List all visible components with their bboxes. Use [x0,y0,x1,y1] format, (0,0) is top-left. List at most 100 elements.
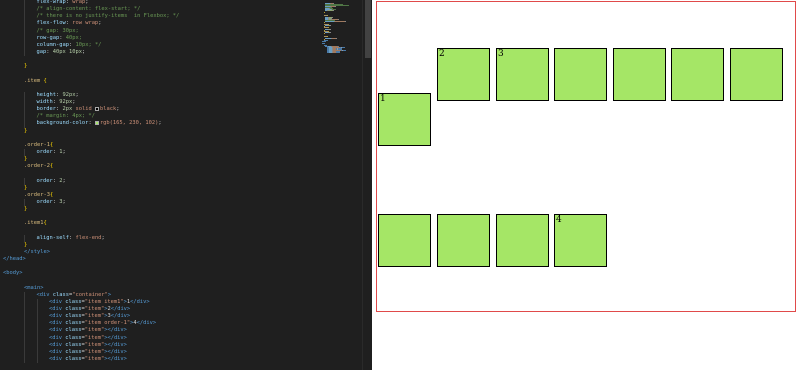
minimap-line [329,32,331,34]
code-token: "container" [72,291,108,298]
code-token: ></div> [104,348,127,355]
code-line[interactable]: } [0,63,318,70]
code-line[interactable] [0,228,318,235]
vertical-scrollbar[interactable] [362,0,372,370]
code-token: <div [49,341,66,348]
code-token: <div [49,327,66,334]
code-line[interactable]: <body> [0,270,318,277]
code-line[interactable] [0,56,318,63]
code-line[interactable]: background-color: rgb(165, 230, 102); [0,120,318,128]
color-swatch-icon[interactable] [94,120,99,125]
code-token: <div [49,356,66,363]
code-token: class [65,298,82,305]
code-token: { [49,141,54,148]
minimap-line [335,6,337,8]
code-line[interactable]: flex-flow: row wrap; [0,20,318,28]
scrollbar-thumb[interactable] [365,0,371,58]
code-token: <div [49,306,66,313]
code-line[interactable]: <div class="item">3</div> [0,313,318,321]
code-line[interactable]: } [0,185,318,192]
code-line[interactable] [0,277,318,284]
code-line[interactable]: .item { [0,78,318,85]
color-swatch-icon[interactable] [94,106,99,111]
code-line[interactable]: } [0,206,318,213]
code-line[interactable]: <div class="item">2</div> [0,306,318,314]
code-line[interactable]: /* align-content: flex-start; */ [0,6,318,14]
code-token: rgb(165, 230, 102) [99,120,159,127]
indent-guide [24,6,25,14]
minimap-line [325,20,334,22]
code-line[interactable]: height: 92px; [0,91,318,99]
code-line[interactable]: align-self: flex-end; [0,234,318,242]
code-token: ></div> [104,334,127,341]
code-line[interactable]: <div class="item"></div> [0,334,318,342]
code-line[interactable] [0,263,318,270]
code-line[interactable]: order: 3; [0,198,318,207]
code-line[interactable]: .order-3{ [0,192,318,199]
indent-guide [36,334,38,342]
code-line[interactable] [0,70,318,77]
code-line[interactable] [0,213,318,220]
code-token: } [24,206,28,213]
code-token: "item" [84,327,105,334]
code-token: 92px [59,98,73,105]
code-token: "item" [84,306,105,313]
code-token: <div [49,334,66,341]
code-editor[interactable]: flex-wrap: wrap;/* align-content: flex-s… [0,0,372,370]
code-line[interactable]: <div class="item"></div> [0,327,318,335]
indent-guide [24,234,25,242]
code-line[interactable]: row-gap: 40px; [0,34,318,42]
code-line[interactable]: } [0,128,318,135]
code-line[interactable]: </style> [0,249,318,256]
code-line[interactable]: <div class="item order-1">4</div> [0,320,318,328]
code-token: class [65,348,82,355]
code-line[interactable]: border: 2px solid black; [0,106,318,114]
indent-guide [24,348,25,357]
code-token: /* margin: 4px; */ [36,113,95,120]
code-token: flex-flow [36,20,66,27]
indent-guide [36,348,38,357]
code-token: } [24,63,28,70]
code-line[interactable]: } [0,156,318,163]
code-line[interactable]: .order-1{ [0,142,318,149]
code-token: ; [62,177,66,184]
code-token: background-color [36,120,89,127]
code-line[interactable]: <main> [0,285,318,292]
code-line[interactable]: <div class="item item1">1</div> [0,298,318,307]
code-line[interactable]: <div class="container"> [0,291,318,299]
flex-item-3: 3 [496,48,549,101]
code-line[interactable]: } [0,242,318,249]
code-line[interactable]: /* gap: 30px; [0,27,318,35]
code-line[interactable]: <div class="item"></div> [0,356,318,364]
code-line[interactable]: order: 1; [0,148,318,157]
code-token: class [65,341,82,348]
code-line[interactable]: column-gap: 10px; */ [0,41,318,49]
code-line[interactable]: /* there is no justify-items in Flexbox;… [0,13,318,21]
code-line[interactable]: <div class="item"></div> [0,348,318,357]
code-line[interactable]: gap: 40px 10px; [0,48,318,57]
code-line[interactable]: <div class="item"></div> [0,341,318,349]
code-line[interactable]: /* margin: 4px; */ [0,113,318,121]
code-token: wrap [72,0,86,5]
code-token: <div [36,291,53,298]
indent-guide [24,48,25,57]
code-line[interactable]: width: 92px; [0,98,318,107]
flex-item [671,48,724,101]
code-token: class [65,356,82,363]
code-line[interactable] [0,85,318,92]
code-line[interactable] [0,170,318,177]
code-token: { [49,191,54,198]
code-line[interactable] [0,135,318,142]
code-line[interactable]: </head> [0,256,318,263]
flex-item [437,214,490,267]
code-line[interactable]: order: 2; [0,177,318,185]
code-line[interactable]: .order-2{ [0,163,318,170]
code-line[interactable]: .item1{ [0,220,318,227]
minimap-line [344,20,346,22]
code-token: ; [98,20,102,27]
code-text-area[interactable]: flex-wrap: wrap;/* align-content: flex-s… [0,0,318,364]
indent-guide [24,306,25,314]
code-token: } [24,241,28,248]
minimap-line [323,33,325,35]
minimap[interactable] [318,0,360,370]
